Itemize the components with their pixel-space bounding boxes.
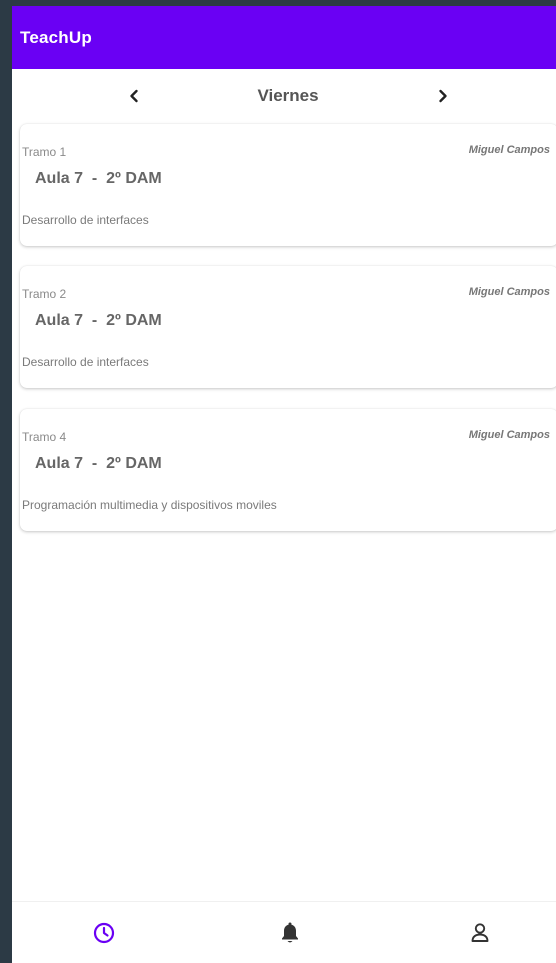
- slot-label: Tramo 2: [22, 287, 67, 301]
- schedule-card[interactable]: Tramo 2 Miguel Campos Aula 7 - 2º DAM De…: [20, 266, 556, 388]
- schedule-tab[interactable]: [89, 918, 119, 948]
- clock-icon: [93, 922, 115, 944]
- app-title: TeachUp: [20, 28, 92, 47]
- subject-label: Programación multimedia y dispositivos m…: [22, 498, 277, 512]
- subject-label: Desarrollo de interfaces: [22, 355, 149, 369]
- chevron-left-icon: [130, 89, 138, 103]
- slot-label: Tramo 1: [22, 145, 67, 159]
- next-day-button[interactable]: [428, 83, 458, 109]
- schedule-card[interactable]: Tramo 1 Miguel Campos Aula 7 - 2º DAM De…: [20, 124, 556, 246]
- app-screen: TeachUp Viernes Tramo 1 Miguel Campos Au…: [12, 6, 556, 963]
- chevron-right-icon: [439, 89, 447, 103]
- day-label: Viernes: [257, 86, 319, 105]
- app-bar: TeachUp: [12, 6, 556, 69]
- teacher-name: Miguel Campos: [468, 144, 550, 156]
- subject-label: Desarrollo de interfaces: [22, 213, 149, 227]
- user-icon: [471, 923, 489, 942]
- teacher-name: Miguel Campos: [468, 286, 550, 298]
- slot-label: Tramo 4: [22, 430, 67, 444]
- day-navigator: Viernes: [12, 69, 556, 121]
- room-group-label: Aula 7 - 2º DAM: [35, 455, 162, 472]
- schedule-card[interactable]: Tramo 4 Miguel Campos Aula 7 - 2º DAM Pr…: [20, 409, 556, 531]
- bell-icon: [282, 922, 298, 943]
- room-group-label: Aula 7 - 2º DAM: [35, 170, 162, 187]
- notifications-tab[interactable]: [275, 918, 305, 948]
- previous-day-button[interactable]: [119, 83, 149, 109]
- bottom-navigation: [12, 901, 556, 963]
- room-group-label: Aula 7 - 2º DAM: [35, 312, 162, 329]
- profile-tab[interactable]: [465, 918, 495, 948]
- teacher-name: Miguel Campos: [468, 429, 550, 441]
